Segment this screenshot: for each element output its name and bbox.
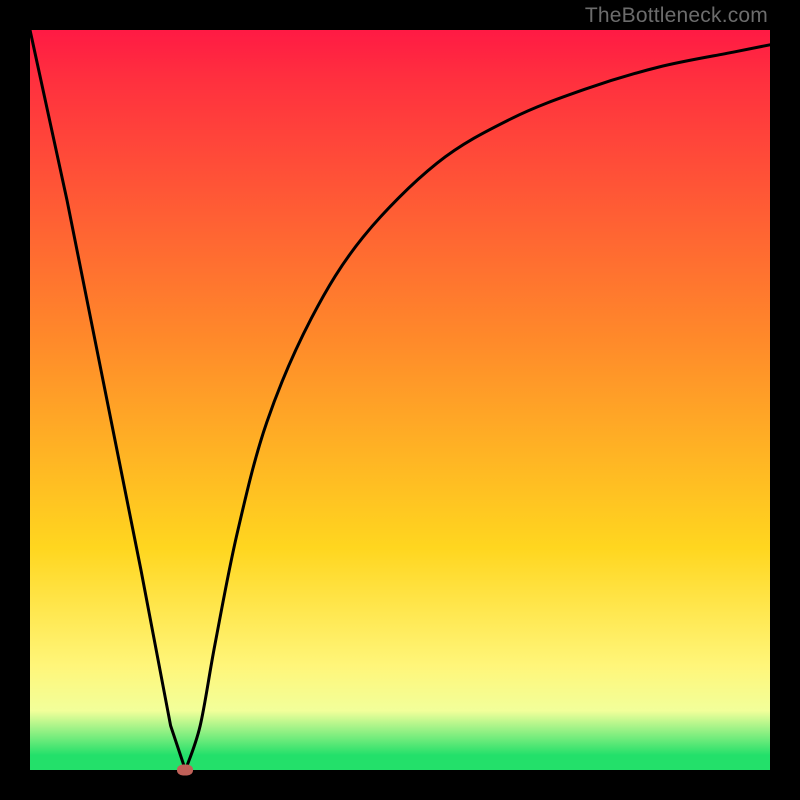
- curve-svg: [30, 30, 770, 770]
- bottleneck-curve: [30, 30, 770, 770]
- chart-frame: TheBottleneck.com: [0, 0, 800, 800]
- watermark-text: TheBottleneck.com: [585, 4, 768, 28]
- optimum-marker: [177, 765, 193, 776]
- plot-area: [30, 30, 770, 770]
